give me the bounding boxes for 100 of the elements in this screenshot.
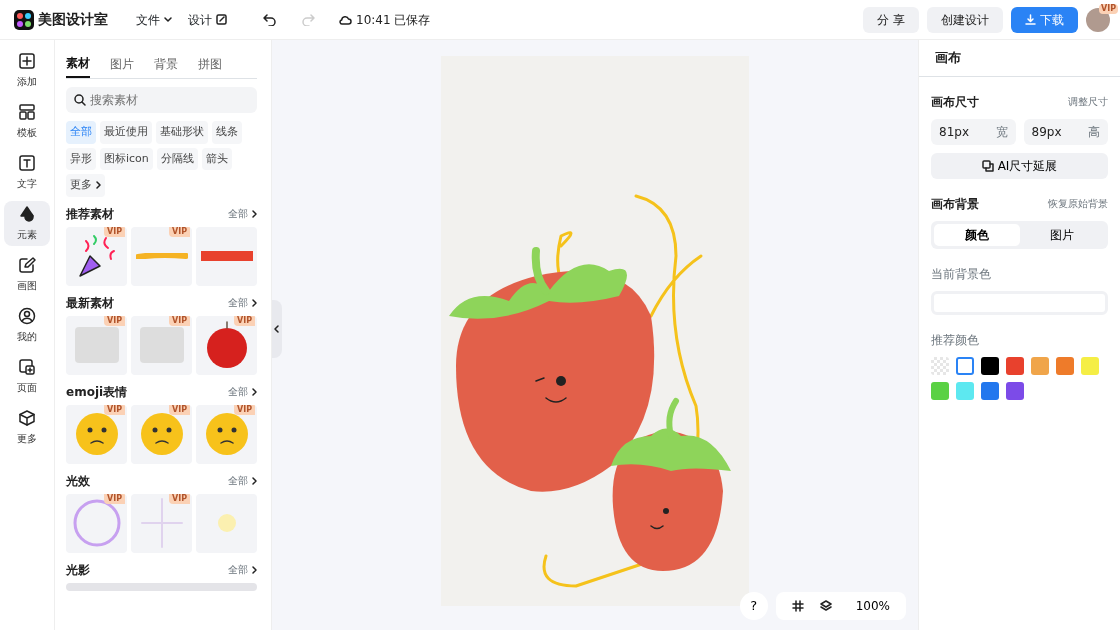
section-title: emoji表情 xyxy=(66,383,128,401)
photo-placeholder xyxy=(72,325,121,365)
see-all-link[interactable]: 全部 xyxy=(228,384,257,399)
download-icon xyxy=(1025,14,1036,25)
menu-button[interactable]: 文件 xyxy=(132,6,176,33)
ai-expand-button[interactable]: AI尺寸延展 xyxy=(931,152,1108,179)
expand-icon xyxy=(981,159,994,172)
thumbnail[interactable]: VIP xyxy=(131,315,192,375)
thumbnail[interactable]: VIP xyxy=(196,404,257,464)
see-all-link[interactable]: 全部 xyxy=(228,206,257,221)
filter-chip[interactable]: 分隔线 xyxy=(156,147,198,170)
sidebar-item[interactable]: 画图 xyxy=(4,252,50,297)
grid-icon[interactable] xyxy=(791,600,804,612)
emoji-face-drawing xyxy=(138,411,185,457)
section-title: 画布背景 xyxy=(931,195,979,213)
sidebar-item[interactable]: 文字 xyxy=(4,150,50,195)
color-swatch[interactable] xyxy=(981,381,999,400)
sidebar-item[interactable]: 模板 xyxy=(4,99,50,144)
edit-icon xyxy=(216,14,227,25)
collapse-handle[interactable] xyxy=(272,300,282,358)
vip-badge: VIP xyxy=(168,315,190,326)
zoom-level[interactable]: 100% xyxy=(855,597,890,615)
chevron-right-icon xyxy=(96,181,101,190)
page-icon xyxy=(18,358,36,376)
photo-placeholder xyxy=(137,325,186,365)
sidebar-item[interactable]: 添加 xyxy=(4,48,50,93)
thumbnail[interactable]: VIP xyxy=(131,493,192,553)
logo-text: 美图设计室 xyxy=(38,10,108,29)
thumbnail[interactable]: VIP xyxy=(66,315,127,375)
color-swatch[interactable] xyxy=(931,356,949,375)
thumbnail[interactable]: VIP xyxy=(66,226,127,286)
filter-chip[interactable]: 线条 xyxy=(212,121,242,144)
header-button[interactable]: 创建设计 xyxy=(927,6,1003,33)
color-swatch[interactable] xyxy=(1006,381,1024,400)
color-swatch[interactable] xyxy=(1081,356,1099,375)
color-swatch[interactable] xyxy=(1031,356,1049,375)
tab[interactable]: 拼图 xyxy=(198,50,222,78)
search-field[interactable]: 搜索素材 xyxy=(66,87,257,113)
header-button[interactable]: 下载 xyxy=(1011,6,1078,33)
thumbnail[interactable]: VIP xyxy=(66,404,127,464)
link[interactable]: 恢复原始背景 xyxy=(1048,196,1108,211)
menu-button[interactable]: 设计 xyxy=(184,6,231,33)
size-field[interactable]: 81px 宽 xyxy=(931,118,1016,145)
segment-tab[interactable]: 图片 xyxy=(1019,223,1105,246)
segment-tab[interactable]: 颜色 xyxy=(934,223,1020,246)
tab[interactable]: 图片 xyxy=(110,50,134,78)
chevron-right-icon xyxy=(252,476,257,485)
add-icon xyxy=(18,52,36,70)
vip-badge: VIP xyxy=(103,404,125,415)
brush-stroke-drawing xyxy=(135,253,188,259)
link[interactable]: 调整尺寸 xyxy=(1068,94,1108,109)
color-swatch[interactable] xyxy=(956,356,974,375)
tab[interactable]: 背景 xyxy=(154,50,178,78)
cube-icon xyxy=(18,409,36,427)
panel-title: 画布 xyxy=(935,50,961,65)
color-swatch[interactable] xyxy=(981,356,999,375)
thumbnail[interactable] xyxy=(196,493,257,553)
see-all-link[interactable]: 全部 xyxy=(228,562,257,577)
see-all-link[interactable]: 全部 xyxy=(228,473,257,488)
sidebar-item[interactable]: 更多 xyxy=(4,405,50,450)
header-button[interactable]: 分 享 xyxy=(863,6,919,33)
chevron-left-icon xyxy=(274,325,279,333)
filter-chip[interactable]: 箭头 xyxy=(201,147,232,170)
chevron-right-icon xyxy=(252,209,257,218)
undo-icon[interactable] xyxy=(263,13,277,26)
user-icon xyxy=(18,307,36,325)
thumbnail[interactable]: VIP xyxy=(131,226,192,286)
vip-badge: VIP xyxy=(233,315,255,326)
size-field[interactable]: 89px 高 xyxy=(1023,118,1108,145)
color-swatch[interactable] xyxy=(1006,356,1024,375)
field-label: 当前背景色 xyxy=(931,265,992,283)
chevron-right-icon xyxy=(252,298,257,307)
layers-icon[interactable] xyxy=(819,600,832,612)
filter-chip[interactable]: 更多 xyxy=(66,174,105,197)
section-title: 光影 xyxy=(66,561,90,579)
tab[interactable]: 素材 xyxy=(66,50,90,78)
thumbnail[interactable] xyxy=(196,226,257,286)
color-swatch[interactable] xyxy=(956,381,974,400)
filter-chip[interactable]: 异形 xyxy=(66,147,96,170)
filter-chip[interactable]: 最近使用 xyxy=(100,121,152,144)
shapes-icon xyxy=(18,205,36,223)
field-label: 推荐颜色 xyxy=(931,331,980,349)
section-title: 光效 xyxy=(66,472,90,490)
thumbnail[interactable]: VIP xyxy=(66,493,127,553)
sidebar-item[interactable]: 页面 xyxy=(4,354,50,399)
color-swatch[interactable] xyxy=(931,381,949,400)
sidebar-item[interactable]: 我的 xyxy=(4,303,50,348)
section-title: 推荐素材 xyxy=(66,205,114,223)
thumbnail[interactable]: VIP xyxy=(131,404,192,464)
draw-icon xyxy=(18,256,36,274)
filter-chip[interactable]: 基础形状 xyxy=(156,121,208,144)
section-title: 画布尺寸 xyxy=(931,93,979,111)
filter-chip[interactable]: 图标icon xyxy=(100,147,153,170)
emoji-face-drawing xyxy=(203,411,250,457)
thumbnail[interactable]: VIP xyxy=(196,315,257,375)
help-button[interactable]: ? xyxy=(739,592,768,620)
sidebar-item[interactable]: 元素 xyxy=(4,201,50,246)
color-swatch[interactable] xyxy=(1056,356,1074,375)
vip-badge: VIP xyxy=(168,404,190,415)
see-all-link[interactable]: 全部 xyxy=(228,295,257,310)
